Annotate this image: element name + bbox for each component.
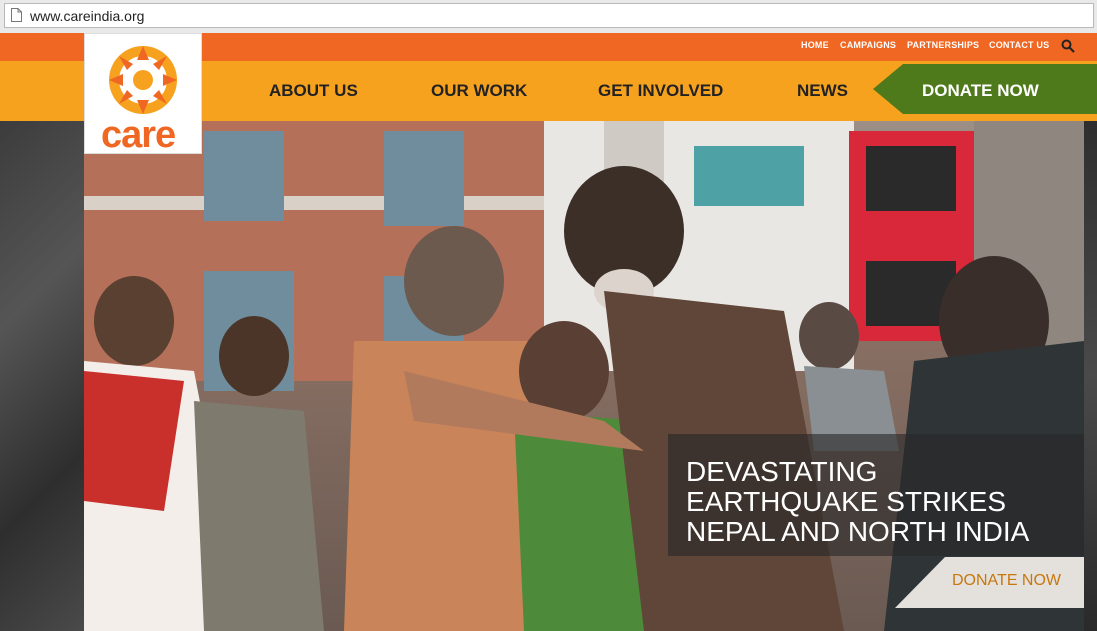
- care-logo-icon: [109, 46, 177, 114]
- left-background-panel: [0, 121, 84, 631]
- utility-link-campaigns[interactable]: CAMPAIGNS: [840, 40, 896, 50]
- nav-news[interactable]: NEWS: [797, 81, 848, 101]
- nav-get-involved[interactable]: GET INVOLVED: [598, 81, 723, 101]
- hero-donate-label[interactable]: DONATE NOW: [952, 572, 1061, 590]
- url-text: www.careindia.org: [30, 8, 145, 24]
- utility-link-contact[interactable]: CONTACT US: [989, 40, 1049, 50]
- search-icon[interactable]: [1061, 39, 1075, 53]
- utility-link-home[interactable]: HOME: [801, 40, 829, 50]
- utility-link-partnerships[interactable]: PARTNERSHIPS: [907, 40, 979, 50]
- care-logo[interactable]: care: [84, 33, 202, 156]
- nav-about-us[interactable]: ABOUT US: [269, 81, 358, 101]
- page-icon: [11, 8, 22, 22]
- donate-tab-label[interactable]: DONATE NOW: [922, 81, 1039, 101]
- hero-headline: DEVASTATING EARTHQUAKE STRIKES NEPAL AND…: [686, 456, 1030, 547]
- right-background-panel: [1084, 121, 1097, 631]
- care-logo-text: care: [101, 114, 176, 156]
- url-field[interactable]: www.careindia.org: [4, 3, 1094, 28]
- nav-our-work[interactable]: OUR WORK: [431, 81, 527, 101]
- browser-address-bar: www.careindia.org: [0, 0, 1097, 33]
